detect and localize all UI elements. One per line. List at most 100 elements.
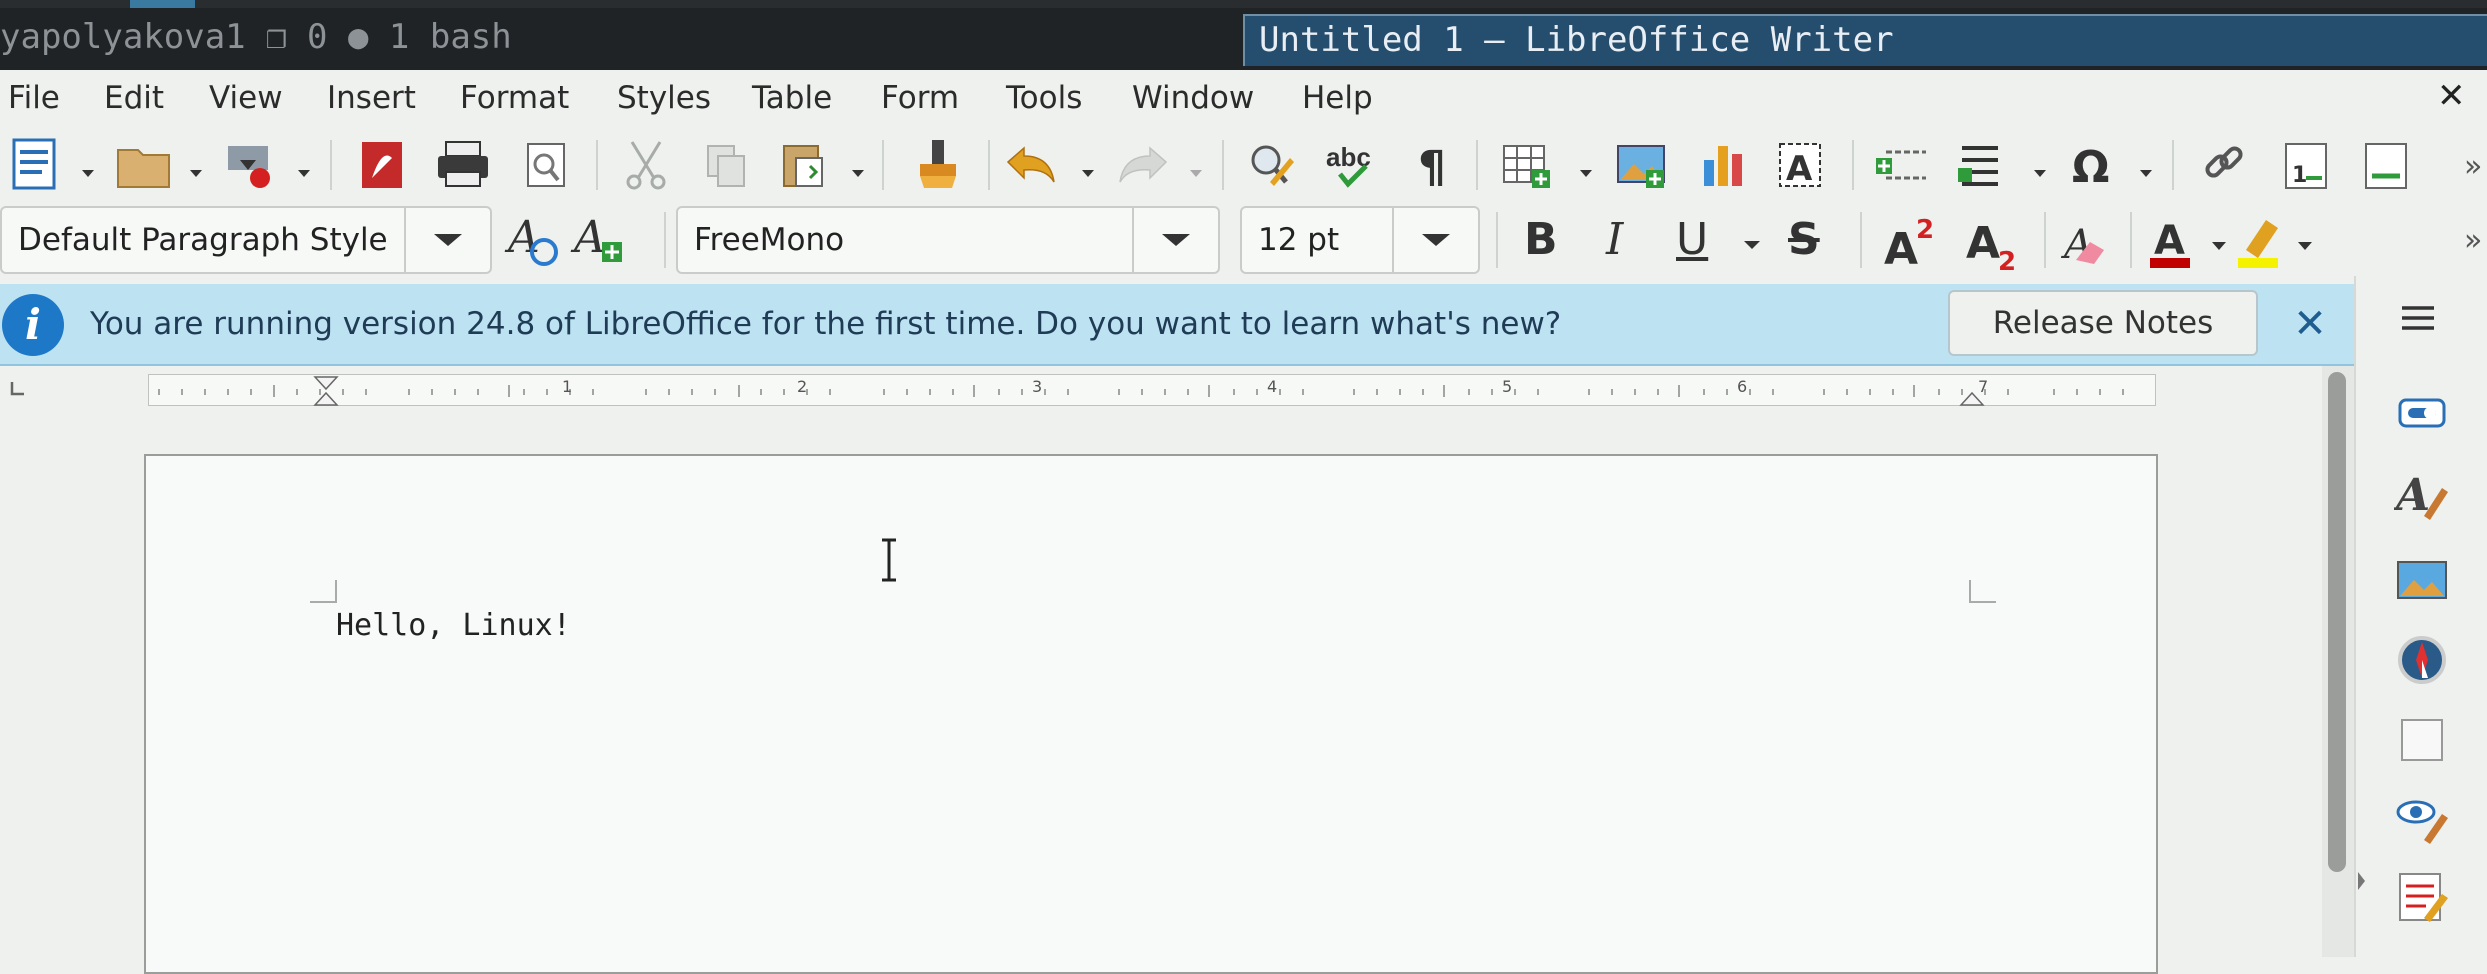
insert-chart-icon[interactable] [1704,146,1742,186]
formatting-marks-icon[interactable]: ¶ [1418,142,1446,193]
new-document-icon[interactable] [12,138,56,190]
save-dropdown-icon[interactable] [298,170,310,177]
menu-table[interactable]: Table [752,78,832,118]
svg-text:A: A [2154,218,2185,264]
menu-tools[interactable]: Tools [1006,78,1082,118]
bold-button[interactable]: B [1524,204,1558,276]
page-icon[interactable] [2394,712,2450,768]
close-document-icon[interactable]: ✕ [2437,76,2466,116]
horizontal-ruler[interactable]: 1 2 3 4 5 6 7 [148,374,2156,406]
underline-dropdown-icon[interactable] [1744,234,1760,253]
print-preview-icon[interactable] [527,143,565,187]
special-character-icon[interactable]: Ω [2072,142,2109,193]
field-dropdown-icon[interactable] [2034,170,2046,177]
workspace-indicator [130,0,195,8]
subscript-icon[interactable]: A 2 [1966,218,2016,276]
svg-text:1: 1 [2292,163,2307,188]
new-dropdown-icon[interactable] [82,170,94,177]
cut-icon[interactable] [626,141,666,190]
paragraph-style-dropdown-icon[interactable] [404,208,490,272]
svg-text:A: A [1884,224,1918,275]
clone-formatting-icon[interactable] [920,140,956,188]
undo-icon[interactable] [1006,146,1055,183]
font-size-dropdown-icon[interactable] [1392,208,1478,272]
clear-formatting-icon[interactable]: A [2060,222,2104,268]
window-title-tab[interactable]: Untitled 1 — LibreOffice Writer [1243,14,2487,66]
font-color-dropdown-icon[interactable] [2212,242,2226,250]
print-icon[interactable] [438,141,488,187]
toolbar-overflow-icon[interactable]: » [2464,149,2482,184]
tab-stop-type-icon[interactable] [8,376,48,406]
menu-edit[interactable]: Edit [104,78,164,118]
info-message: You are running version 24.8 of LibreOff… [90,306,1562,342]
insert-image-icon[interactable] [1617,145,1665,188]
menu-format[interactable]: Format [460,78,569,118]
font-size-combo[interactable]: 12 pt [1240,206,1480,274]
title-bar: yapolyakova1 ❐ 0 ● 1 bash Untitled 1 — L… [0,0,2487,70]
menu-view[interactable]: View [209,78,283,118]
paste-dropdown-icon[interactable] [852,170,864,177]
menu-help[interactable]: Help [1302,78,1373,118]
underline-button[interactable]: U [1676,204,1708,276]
open-folder-icon[interactable] [117,149,170,188]
highlight-color-icon[interactable] [2238,220,2278,268]
header-footer-icon[interactable] [2365,143,2407,189]
new-style-icon[interactable]: A [570,212,622,263]
document-area[interactable]: 1 2 3 4 5 6 7 Hello, Linux! [0,366,2322,974]
font-size-value[interactable]: 12 pt [1258,208,1398,272]
style-inspector-icon[interactable] [2394,790,2450,846]
hyperlink-icon[interactable] [2205,146,2243,178]
sidebar-collapse-handle[interactable] [2356,866,2368,896]
standard-toolbar: abc ¶ A Ω 1 » [0,132,2487,198]
italic-button[interactable]: I [1606,204,1623,276]
table-dropdown-icon[interactable] [1580,170,1592,177]
manage-changes-icon[interactable] [2394,868,2450,924]
document-text[interactable]: Hello, Linux! [336,608,571,643]
insert-table-icon[interactable] [1503,145,1550,188]
strikethrough-button[interactable]: S [1788,204,1820,276]
menu-file[interactable]: File [8,78,60,118]
insert-field-icon[interactable] [1958,146,1998,186]
sidebar-menu-icon[interactable] [2400,300,2440,340]
export-pdf-icon[interactable] [362,142,402,188]
menu-form[interactable]: Form [881,78,959,118]
find-replace-icon[interactable] [1251,145,1294,186]
navigator-icon[interactable] [2394,632,2450,688]
menu-window[interactable]: Window [1132,78,1254,118]
gallery-icon[interactable] [2394,552,2450,608]
scrollbar-thumb[interactable] [2328,372,2346,872]
font-name-combo[interactable]: FreeMono [676,206,1220,274]
paste-icon[interactable] [783,145,823,187]
close-infobar-icon[interactable]: ✕ [2284,294,2336,354]
undo-dropdown-icon[interactable] [1082,170,1094,177]
properties-icon[interactable] [2394,386,2450,442]
styles-icon[interactable]: A [2394,466,2450,522]
page-break-icon[interactable] [1876,150,1926,180]
release-notes-button[interactable]: Release Notes [1948,290,2258,356]
redo-dropdown-icon[interactable] [1190,170,1202,177]
spelling-icon[interactable]: abc [1326,142,1371,188]
paragraph-style-combo[interactable]: Default Paragraph Style [0,206,492,274]
document-page[interactable]: Hello, Linux! [144,454,2158,974]
menu-styles[interactable]: Styles [617,78,711,118]
window-title: Untitled 1 — LibreOffice Writer [1259,20,1894,60]
paragraph-style-value[interactable]: Default Paragraph Style [18,208,408,272]
copy-icon[interactable] [707,145,745,187]
superscript-icon[interactable]: A 2 [1884,215,1934,275]
update-style-icon[interactable]: A [504,212,558,266]
save-icon[interactable] [228,146,270,188]
font-color-icon[interactable]: A [2150,218,2190,268]
open-dropdown-icon[interactable] [190,170,202,177]
toolbar2-overflow-icon[interactable]: » [2464,223,2482,258]
footnote-icon[interactable]: 1 [2285,143,2327,189]
vertical-scrollbar[interactable] [2322,366,2354,957]
special-character-dropdown-icon[interactable] [2140,170,2152,177]
separator [1496,212,1498,268]
font-name-value[interactable]: FreeMono [694,208,1134,272]
insert-textbox-icon[interactable]: A [1779,143,1821,189]
left-indent-marker[interactable] [313,376,339,406]
redo-icon[interactable] [1119,146,1168,183]
highlight-dropdown-icon[interactable] [2298,242,2312,250]
font-name-dropdown-icon[interactable] [1132,208,1218,272]
menu-insert[interactable]: Insert [327,78,416,118]
